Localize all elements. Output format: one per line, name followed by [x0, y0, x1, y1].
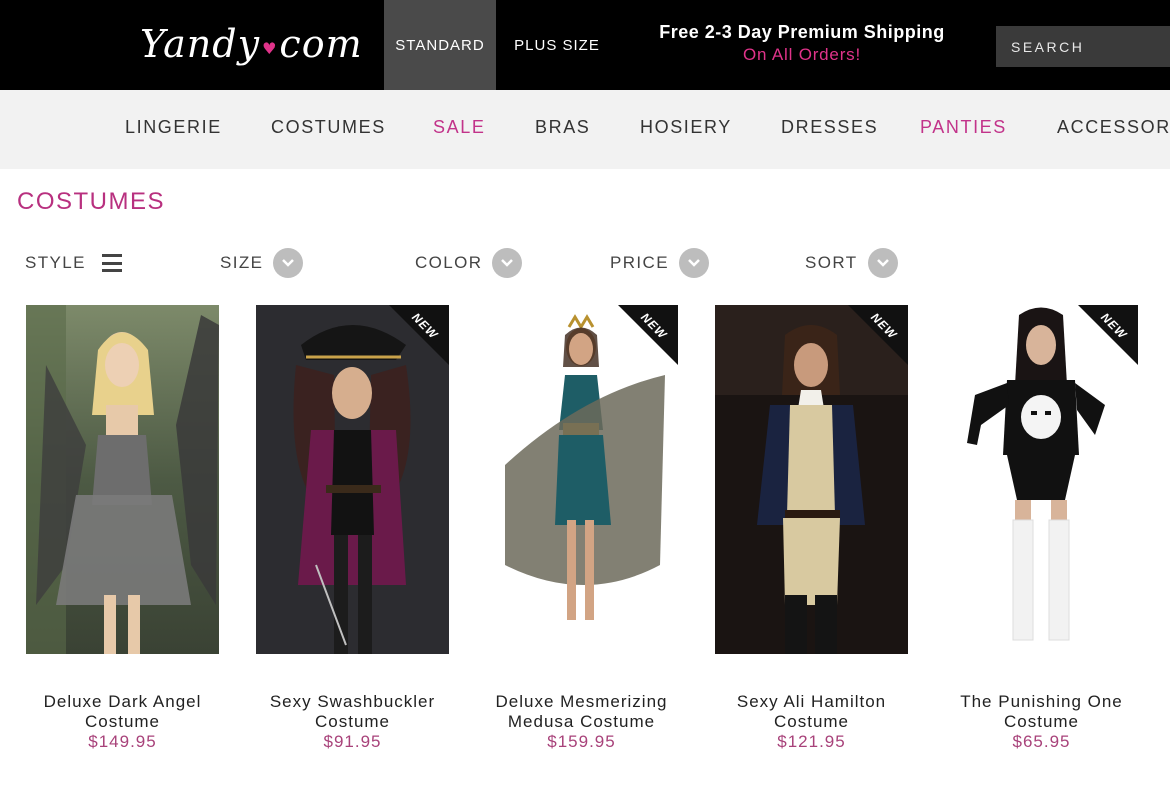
nav-item-bras[interactable]: BRAS: [535, 117, 590, 138]
product-price: $91.95: [323, 732, 382, 751]
product-image[interactable]: [26, 305, 219, 654]
filter-size-label: SIZE: [220, 253, 264, 272]
filter-color[interactable]: COLOR: [415, 248, 523, 278]
product-image[interactable]: NEW: [485, 305, 678, 654]
new-badge: NEW: [389, 305, 449, 365]
product-card[interactable]: NEW Sexy Swashbuckler Costume $91.95: [256, 305, 449, 751]
top-header: Yandy ♥ com STANDARD PLUS SIZE Free 2-3 …: [0, 0, 1170, 90]
product-image[interactable]: NEW: [945, 305, 1138, 654]
filter-sort-label: SORT: [805, 253, 858, 272]
hamburger-menu-icon[interactable]: [101, 254, 122, 272]
filter-price-label: PRICE: [610, 253, 669, 272]
heart-icon: ♥: [262, 38, 278, 58]
chevron-down-icon[interactable]: [867, 248, 898, 278]
category-nav: LINGERIE COSTUMES SALE BRAS HOSIERY DRES…: [0, 90, 1170, 169]
new-badge: NEW: [618, 305, 678, 365]
search-box[interactable]: [996, 26, 1170, 67]
product-name[interactable]: Sexy Ali Hamilton Costume: [695, 692, 928, 732]
nav-item-accessories[interactable]: ACCESSORIES: [1057, 117, 1170, 138]
nav-item-sale[interactable]: SALE: [433, 117, 485, 138]
promo-subline: On All Orders!: [743, 45, 861, 64]
chevron-down-icon[interactable]: [678, 248, 709, 278]
nav-item-hosiery[interactable]: HOSIERY: [640, 117, 732, 138]
chevron-down-icon[interactable]: [492, 248, 523, 278]
product-price: $121.95: [777, 732, 846, 751]
product-card[interactable]: NEW Deluxe Mesmerizing Medusa Costume $1…: [485, 305, 678, 751]
filter-style[interactable]: STYLE: [25, 248, 122, 278]
filter-size[interactable]: SIZE: [220, 248, 304, 278]
promo-headline: Free 2-3 Day Premium Shipping: [659, 22, 945, 42]
product-card[interactable]: NEW The Punishing One Costume $65.95: [945, 305, 1138, 751]
page-title: COSTUMES: [17, 188, 166, 215]
product-card[interactable]: Deluxe Dark Angel Costume $149.95: [26, 305, 219, 751]
search-input[interactable]: [1011, 38, 1161, 55]
tab-standard[interactable]: STANDARD: [384, 0, 496, 90]
product-image[interactable]: NEW: [256, 305, 449, 654]
product-name[interactable]: Deluxe Dark Angel Costume: [6, 692, 239, 732]
product-card[interactable]: NEW Sexy Ali Hamilton Costume $121.95: [715, 305, 908, 751]
tab-plus-size[interactable]: PLUS SIZE: [502, 0, 612, 90]
filter-style-label: STYLE: [25, 253, 86, 272]
filter-sort[interactable]: SORT: [805, 248, 898, 278]
product-name[interactable]: Deluxe Mesmerizing Medusa Costume: [465, 692, 698, 732]
shipping-promo: Free 2-3 Day Premium Shipping On All Ord…: [640, 22, 964, 65]
nav-item-dresses[interactable]: DRESSES: [781, 117, 878, 138]
product-name[interactable]: Sexy Swashbuckler Costume: [236, 692, 469, 732]
chevron-down-icon[interactable]: [273, 248, 304, 278]
nav-item-lingerie[interactable]: LINGERIE: [125, 117, 222, 138]
new-badge: NEW: [848, 305, 908, 365]
product-price: $149.95: [88, 732, 157, 751]
product-image[interactable]: NEW: [715, 305, 908, 654]
logo-text: Yandy: [140, 22, 261, 66]
yandy-logo[interactable]: Yandy ♥ com: [140, 14, 363, 74]
filter-color-label: COLOR: [415, 253, 483, 272]
product-name[interactable]: The Punishing One Costume: [925, 692, 1158, 732]
nav-item-panties[interactable]: PANTIES: [920, 117, 1007, 138]
nav-item-costumes[interactable]: COSTUMES: [271, 117, 386, 138]
new-badge: NEW: [1078, 305, 1138, 365]
product-price: $159.95: [547, 732, 616, 751]
logo-suffix: com: [279, 22, 363, 66]
filter-price[interactable]: PRICE: [610, 248, 709, 278]
product-price: $65.95: [1012, 732, 1071, 751]
